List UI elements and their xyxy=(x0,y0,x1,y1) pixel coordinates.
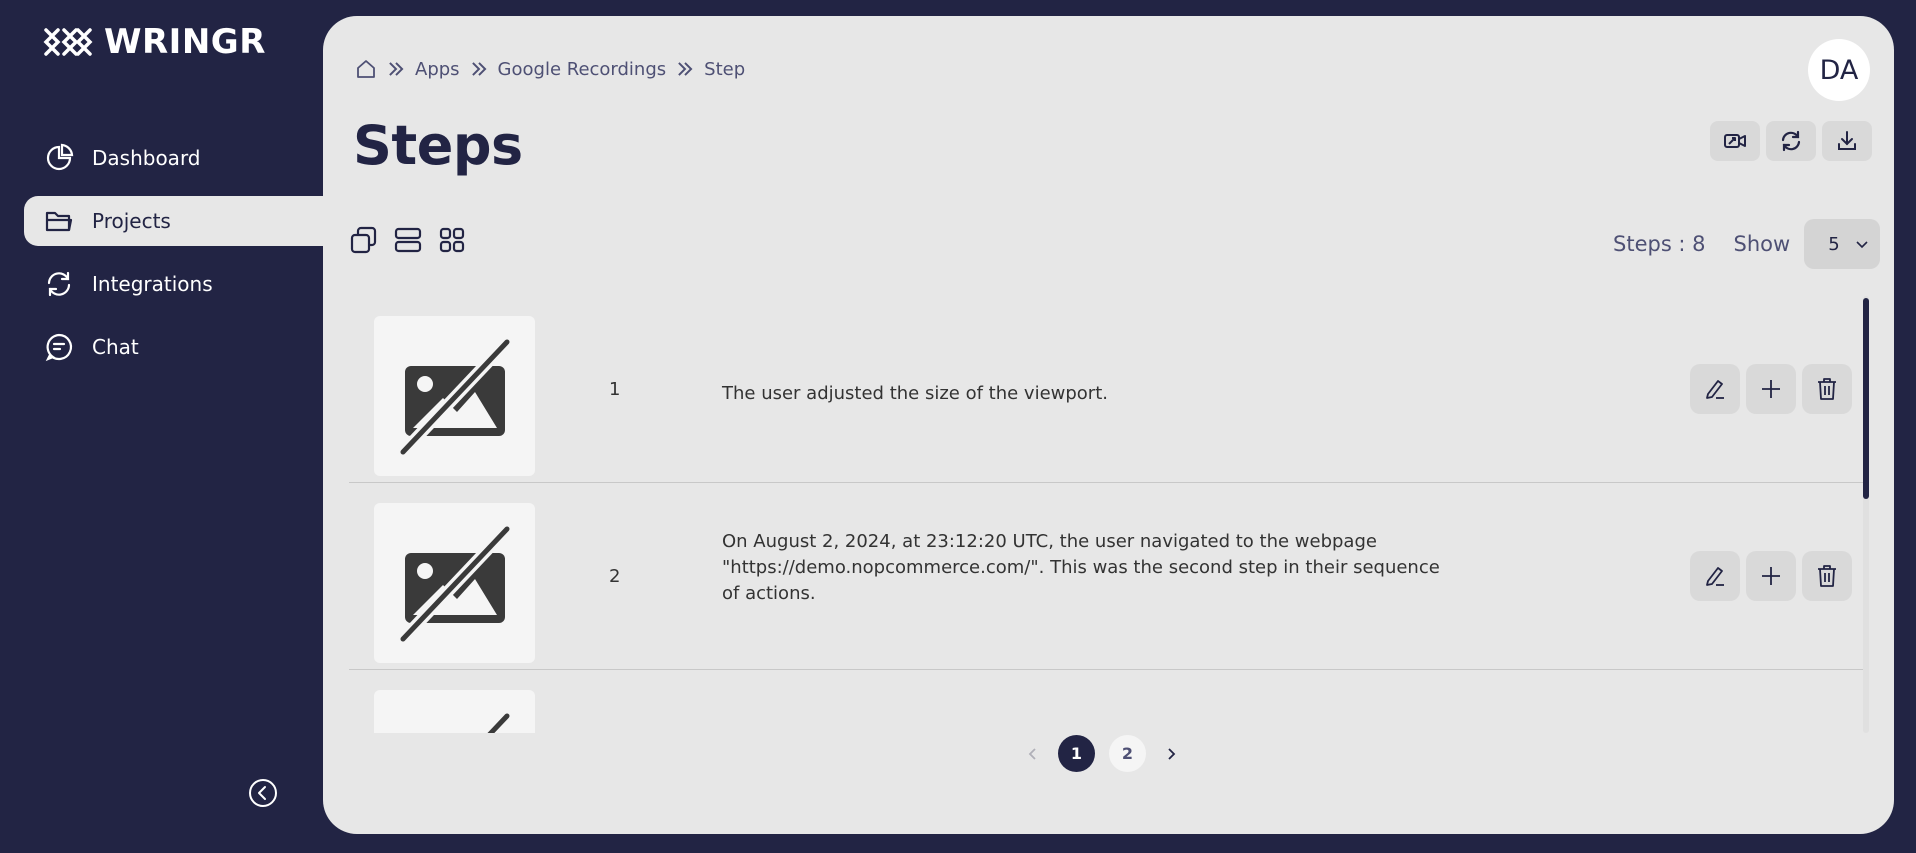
step-number: 2 xyxy=(609,565,621,587)
app-logo[interactable]: WRINGR xyxy=(42,22,266,62)
chevron-down-icon xyxy=(1856,241,1868,249)
sidebar-item-label: Projects xyxy=(92,209,171,233)
record-video-button[interactable] xyxy=(1710,121,1760,161)
edit-icon xyxy=(1706,380,1724,399)
app-name: WRINGR xyxy=(104,22,266,62)
download-icon xyxy=(1838,131,1856,150)
show-label: Show xyxy=(1733,232,1791,256)
sidebar: WRINGR Dashboard Projects Integrations C… xyxy=(0,0,324,853)
image-unavailable-icon xyxy=(398,524,511,643)
sidebar-item-label: Chat xyxy=(92,335,139,359)
sidebar-item-dashboard[interactable]: Dashboard xyxy=(24,133,324,183)
refresh-icon xyxy=(47,271,71,297)
steps-list: 1 The user adjusted the size of the view… xyxy=(349,296,1864,733)
step-thumbnail[interactable] xyxy=(374,690,535,733)
sidebar-item-label: Integrations xyxy=(92,272,213,296)
collapse-sidebar-button[interactable] xyxy=(248,778,278,808)
delete-step-button[interactable] xyxy=(1802,551,1852,601)
double-chevron-right-icon xyxy=(471,62,487,76)
page-1-button[interactable]: 1 xyxy=(1058,735,1095,772)
add-step-button[interactable] xyxy=(1746,551,1796,601)
list-scrollbar-thumb[interactable] xyxy=(1863,298,1869,499)
breadcrumb-item-step: Step xyxy=(704,58,746,80)
user-avatar[interactable]: DA xyxy=(1808,39,1870,101)
sidebar-nav: Dashboard Projects Integrations Chat xyxy=(24,133,324,385)
delete-icon xyxy=(1818,565,1836,587)
video-icon xyxy=(1724,134,1746,148)
delete-step-button[interactable] xyxy=(1802,364,1852,414)
chevron-right-icon xyxy=(1168,747,1176,760)
add-icon xyxy=(1762,380,1780,398)
sidebar-item-label: Dashboard xyxy=(92,146,201,170)
sidebar-item-integrations[interactable]: Integrations xyxy=(24,259,324,309)
add-icon xyxy=(1762,567,1780,585)
folder-icon xyxy=(45,211,73,232)
edit-step-button[interactable] xyxy=(1690,364,1740,414)
edit-icon xyxy=(1706,567,1724,586)
step-description: On August 2, 2024, at 23:12:20 UTC, the … xyxy=(722,531,1440,604)
chat-icon xyxy=(45,333,73,362)
grid-view-icon[interactable] xyxy=(437,225,467,255)
edit-step-button[interactable] xyxy=(1690,551,1740,601)
image-unavailable-icon xyxy=(482,711,511,733)
view-toggles xyxy=(349,225,467,255)
steps-count: Steps : 8 xyxy=(1613,232,1706,256)
step-thumbnail[interactable] xyxy=(374,316,535,476)
row-actions xyxy=(1690,296,1852,482)
next-page-button[interactable] xyxy=(1160,736,1182,772)
list-item: 2 On August 2, 2024, at 23:12:20 UTC, th… xyxy=(349,483,1864,670)
home-icon[interactable] xyxy=(355,58,377,80)
breadcrumb-item-google-recordings[interactable]: Google Recordings xyxy=(498,59,667,80)
double-chevron-right-icon xyxy=(389,62,404,76)
step-number: 1 xyxy=(609,378,621,400)
refresh-button[interactable] xyxy=(1766,121,1816,161)
row-actions xyxy=(1690,483,1852,669)
list-view-icon[interactable] xyxy=(393,225,423,255)
breadcrumb: Apps Google Recordings Step xyxy=(355,58,745,80)
add-step-button[interactable] xyxy=(1746,364,1796,414)
delete-icon xyxy=(1818,378,1836,400)
page-title: Steps xyxy=(353,114,523,177)
pagination: 1 2 xyxy=(1022,735,1182,772)
page-toolbar xyxy=(1710,121,1872,161)
wringr-logo-icon xyxy=(43,28,93,56)
step-thumbnail[interactable] xyxy=(374,503,535,663)
steps-summary: Steps : 8 Show 5 xyxy=(1613,219,1881,269)
chevron-left-circle-icon xyxy=(249,779,277,807)
double-chevron-right-icon xyxy=(678,62,693,76)
page-size-select[interactable]: 5 xyxy=(1804,219,1881,269)
prev-page-button[interactable] xyxy=(1022,736,1044,772)
page-size-value: 5 xyxy=(1828,233,1840,255)
list-item xyxy=(349,670,1864,733)
image-unavailable-icon xyxy=(398,337,511,456)
refresh-icon xyxy=(1781,130,1801,152)
page-2-button[interactable]: 2 xyxy=(1109,735,1146,772)
download-button[interactable] xyxy=(1822,121,1872,161)
sidebar-item-projects[interactable]: Projects xyxy=(24,196,324,246)
pie-chart-icon xyxy=(46,143,74,171)
chevron-left-icon xyxy=(1028,747,1036,760)
breadcrumb-item-apps[interactable]: Apps xyxy=(415,59,460,80)
sidebar-item-chat[interactable]: Chat xyxy=(24,322,324,372)
step-description: The user adjusted the size of the viewpo… xyxy=(722,383,1108,404)
list-item: 1 The user adjusted the size of the view… xyxy=(349,296,1864,483)
overlap-view-icon[interactable] xyxy=(349,225,379,255)
